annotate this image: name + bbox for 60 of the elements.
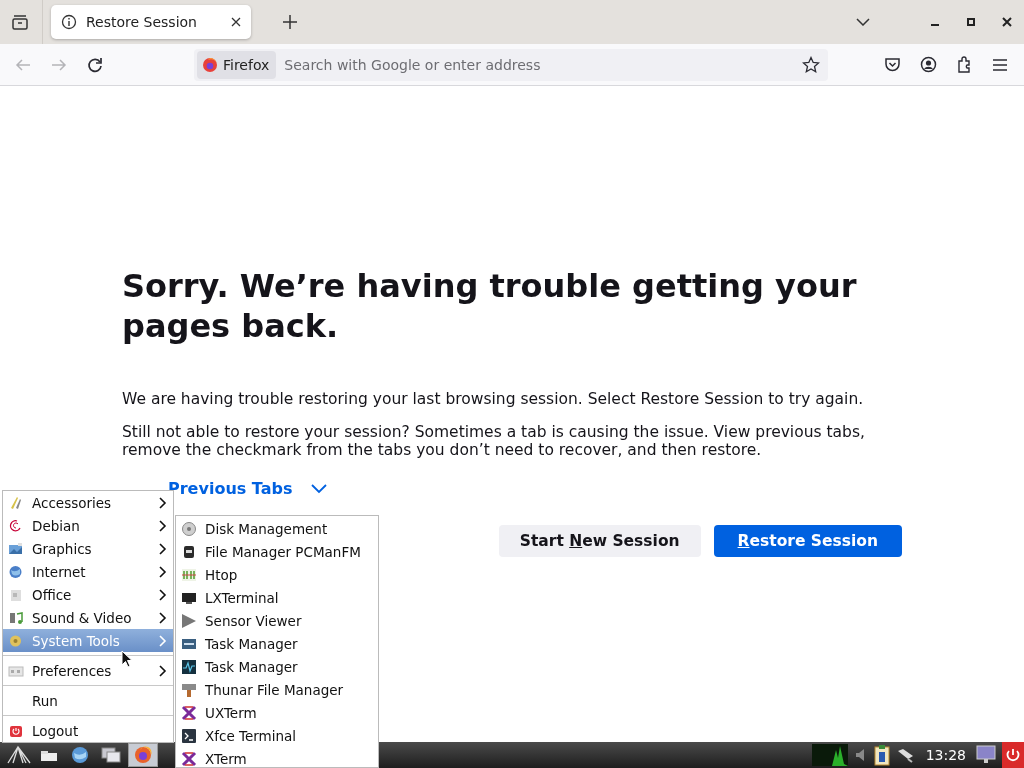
browser-logo-icon [202, 56, 218, 73]
info-icon [61, 14, 77, 30]
menu-item[interactable]: Task Manager [176, 632, 378, 655]
browser-tab[interactable]: Restore Session [51, 5, 251, 39]
menu-item[interactable]: File Manager PCManFM [176, 540, 378, 563]
music-note-icon [8, 609, 24, 626]
address-bar[interactable]: Firefox Search with Google or enter address [194, 48, 828, 81]
restore-session-button[interactable]: Restore Session [713, 525, 902, 557]
menu-item[interactable]: Preferences [3, 659, 173, 682]
menu-item[interactable]: Sound & Video [3, 606, 173, 629]
identity-chip[interactable]: Firefox [197, 50, 277, 79]
grid-icon [181, 566, 197, 583]
menu-item[interactable]: LXTerminal [176, 586, 378, 609]
display-icon[interactable] [976, 745, 996, 765]
menu-item[interactable]: UXTerm [176, 701, 378, 724]
disk-icon [181, 520, 197, 537]
reload-icon[interactable] [86, 55, 104, 74]
hammer-icon [181, 681, 197, 698]
menu-item[interactable]: Task Manager [176, 655, 378, 678]
menu-item[interactable]: Office [3, 583, 173, 606]
menu-icon[interactable] [992, 57, 1008, 72]
menu-item[interactable]: Htop [176, 563, 378, 586]
cursor-icon [121, 650, 133, 668]
menu-item[interactable]: XTerm [176, 747, 378, 767]
new-tab-icon[interactable] [283, 15, 297, 29]
chevron-down-icon[interactable] [311, 483, 328, 494]
menu-item[interactable]: Run [3, 689, 173, 712]
clock[interactable]: 13:28 [925, 747, 966, 763]
error-heading: Sorry. We’re having trouble getting your pages back. [122, 266, 858, 346]
error-message: We are having trouble restoring your last browsing session. Select Restore Session to try again. [122, 390, 865, 408]
activity-icon [181, 658, 197, 675]
menu-item[interactable]: Debian [3, 514, 173, 537]
drive-icon [181, 543, 197, 560]
menu-item[interactable]: Thunar File Manager [176, 678, 378, 701]
menu-item[interactable]: Sensor Viewer [176, 609, 378, 632]
start-new-session-button[interactable]: Start New Session [498, 525, 701, 557]
close-icon[interactable] [231, 17, 241, 27]
close-icon[interactable] [1002, 17, 1012, 27]
menu-item[interactable]: Xfce Terminal [176, 724, 378, 747]
terminal-icon [181, 727, 197, 744]
error-message: Still not able to restore your session? Sometimes a tab is causing the issue. View previous tabs, remove the checkmark from the tabs you don’t need to recover, and then restore. [122, 423, 866, 459]
power-icon[interactable] [1002, 742, 1024, 768]
chevron-down-icon[interactable] [856, 18, 870, 26]
clipboard-icon[interactable] [873, 744, 890, 766]
menu-item[interactable]: Internet [3, 560, 173, 583]
pocket-icon[interactable] [884, 56, 901, 73]
maximize-icon[interactable] [966, 17, 976, 27]
account-icon[interactable] [920, 56, 937, 73]
menu-item[interactable]: Logout [3, 719, 173, 742]
menu-item[interactable]: Disk Management [176, 517, 378, 540]
image-icon [8, 540, 24, 557]
tab-title: Restore Session [86, 14, 197, 30]
cpu-graph-icon [811, 744, 848, 766]
tab-list-icon[interactable] [11, 14, 29, 30]
x-logo-icon [181, 750, 197, 767]
puzzle-icon[interactable] [956, 56, 973, 73]
menu-item[interactable]: Graphics [3, 537, 173, 560]
star-icon[interactable] [802, 55, 820, 74]
x-logo-icon [181, 704, 197, 721]
globe-icon [8, 563, 24, 580]
